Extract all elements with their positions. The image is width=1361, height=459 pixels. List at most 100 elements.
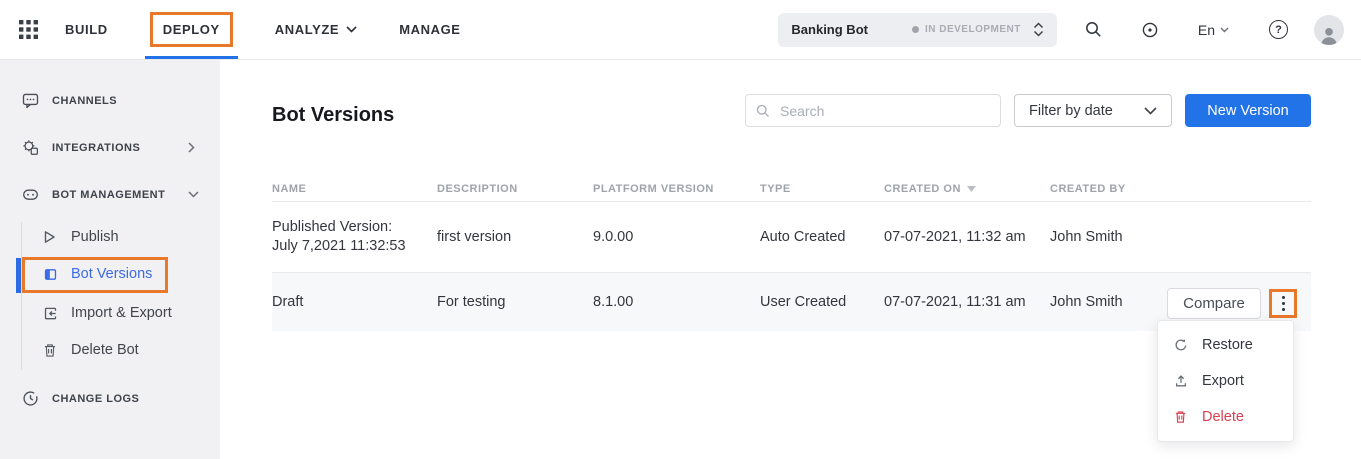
cell-name: Draft bbox=[272, 293, 304, 310]
help-glyph: ? bbox=[1275, 23, 1282, 36]
sidebar-item-bot-management[interactable]: BOT MANAGEMENT bbox=[22, 186, 199, 203]
cell-type: Auto Created bbox=[760, 228, 846, 245]
bot-name: Banking Bot bbox=[791, 22, 868, 37]
cell-platform-version: 8.1.00 bbox=[593, 293, 634, 310]
restore-icon bbox=[1174, 338, 1189, 352]
search-input[interactable] bbox=[778, 101, 990, 120]
column-header-name[interactable]: NAME bbox=[272, 183, 437, 195]
new-version-button[interactable]: New Version bbox=[1185, 94, 1311, 127]
menu-item-restore[interactable]: Restore bbox=[1158, 327, 1293, 363]
menu-item-label: Export bbox=[1202, 373, 1244, 389]
trash-icon bbox=[43, 343, 58, 358]
nav-manage-label: MANAGE bbox=[399, 22, 461, 37]
menu-item-export[interactable]: Export bbox=[1158, 363, 1293, 399]
sidebar-item-publish[interactable]: Publish bbox=[43, 229, 119, 245]
nav-manage[interactable]: MANAGE bbox=[399, 0, 460, 59]
column-header-description[interactable]: DESCRIPTION bbox=[437, 183, 593, 195]
chevron-updown-icon bbox=[1033, 21, 1044, 38]
nav-analyze-label: ANALYZE bbox=[274, 22, 340, 37]
export-icon bbox=[1174, 374, 1189, 388]
language-selector[interactable]: En bbox=[1198, 22, 1229, 38]
integrations-gear-icon bbox=[22, 139, 39, 156]
sidebar-item-label: CHANGE LOGS bbox=[52, 392, 140, 405]
bot-status-badge: IN DEVELOPMENT bbox=[911, 24, 1021, 35]
primary-nav: BUILD DEPLOY ANALYZE MANAGE bbox=[65, 0, 461, 59]
history-clock-icon bbox=[22, 390, 39, 407]
main-content: Bot Versions Filter by date New Version … bbox=[220, 59, 1361, 459]
cell-created-on: 07-07-2021, 11:32 am bbox=[884, 228, 1026, 245]
table-header-row: NAME DESCRIPTION PLATFORM VERSION TYPE C… bbox=[272, 176, 1311, 202]
sort-caret-icon bbox=[966, 185, 976, 192]
chevron-down-icon bbox=[1220, 27, 1229, 33]
column-header-created-by[interactable]: CREATED BY bbox=[1050, 183, 1311, 195]
active-item-indicator bbox=[16, 258, 21, 293]
sidebar-item-channels[interactable]: CHANNELS bbox=[22, 92, 198, 109]
status-dot-icon bbox=[911, 26, 919, 33]
active-tab-underline bbox=[144, 56, 238, 59]
chevron-right-icon bbox=[188, 142, 195, 153]
page-title: Bot Versions bbox=[272, 104, 395, 127]
versions-icon bbox=[43, 267, 58, 282]
chevron-down-icon bbox=[1144, 106, 1157, 115]
menu-item-label: Delete bbox=[1202, 409, 1244, 425]
chat-bubble-icon bbox=[22, 92, 39, 109]
sidebar-item-bot-versions[interactable]: Bot Versions bbox=[43, 266, 152, 282]
trash-icon bbox=[1174, 410, 1189, 424]
publish-play-icon bbox=[43, 230, 58, 244]
sidebar-item-integrations[interactable]: INTEGRATIONS bbox=[22, 139, 198, 156]
sidebar-item-label: BOT MANAGEMENT bbox=[52, 188, 166, 201]
menu-item-delete[interactable]: Delete bbox=[1158, 399, 1293, 435]
column-header-platform-version[interactable]: PLATFORM VERSION bbox=[593, 183, 760, 195]
app-root: BUILD DEPLOY ANALYZE MANAGE Banking Bot … bbox=[0, 0, 1361, 459]
table-row[interactable]: Draft For testing 8.1.00 User Created 07… bbox=[272, 273, 1311, 331]
compare-button[interactable]: Compare bbox=[1167, 288, 1261, 319]
table-row[interactable]: Published Version: July 7,2021 11:32:53 … bbox=[272, 202, 1311, 273]
topbar-left: BUILD DEPLOY ANALYZE MANAGE bbox=[0, 0, 461, 59]
nav-deploy-label: DEPLOY bbox=[162, 22, 220, 37]
sidebar-item-import-export[interactable]: Import & Export bbox=[43, 305, 172, 321]
bot-selector[interactable]: Banking Bot IN DEVELOPMENT bbox=[778, 12, 1057, 47]
sidebar-item-change-logs[interactable]: CHANGE LOGS bbox=[22, 390, 198, 407]
nav-deploy[interactable]: DEPLOY bbox=[144, 0, 238, 59]
column-header-created-on[interactable]: CREATED ON bbox=[884, 183, 1050, 195]
cell-platform-version: 9.0.00 bbox=[593, 228, 634, 245]
chevron-down-icon bbox=[346, 26, 357, 33]
sidebar-item-label: Bot Versions bbox=[71, 266, 153, 282]
target-icon[interactable] bbox=[1142, 22, 1158, 38]
row-actions-kebab-annotated[interactable] bbox=[1269, 289, 1297, 318]
language-label: En bbox=[1197, 21, 1215, 38]
import-export-icon bbox=[43, 306, 58, 321]
sidebar-item-label: INTEGRATIONS bbox=[52, 141, 141, 154]
row-actions-menu: Restore Export Delete bbox=[1157, 320, 1294, 442]
cell-name: Published Version: July 7,2021 11:32:53 bbox=[272, 219, 406, 254]
sidebar-item-label: Delete Bot bbox=[71, 342, 139, 358]
sidebar-item-delete-bot[interactable]: Delete Bot bbox=[43, 342, 139, 358]
nav-analyze[interactable]: ANALYZE bbox=[275, 0, 357, 59]
sidebar: CHANNELS INTEGRATIONS BOT MANAGEMENT Pub… bbox=[0, 59, 220, 459]
subnav-connector-line bbox=[21, 222, 22, 370]
nav-build[interactable]: BUILD bbox=[65, 0, 108, 59]
top-navigation-bar: BUILD DEPLOY ANALYZE MANAGE Banking Bot … bbox=[0, 0, 1361, 60]
search-icon bbox=[756, 104, 770, 118]
deploy-annotation-box: DEPLOY bbox=[149, 12, 233, 47]
help-icon[interactable]: ? bbox=[1269, 20, 1288, 39]
search-icon[interactable] bbox=[1085, 21, 1102, 38]
filter-label: Filter by date bbox=[1029, 102, 1113, 119]
cell-description: first version bbox=[437, 228, 512, 245]
column-header-type[interactable]: TYPE bbox=[760, 183, 884, 195]
bot-status-label: IN DEVELOPMENT bbox=[924, 24, 1021, 35]
sidebar-item-label: CHANNELS bbox=[52, 94, 118, 107]
kebab-icon bbox=[1281, 296, 1285, 311]
menu-item-label: Restore bbox=[1202, 337, 1253, 353]
chevron-down-icon bbox=[188, 191, 199, 198]
cell-created-by: John Smith bbox=[1050, 228, 1123, 245]
cell-description: For testing bbox=[437, 293, 506, 310]
sidebar-item-label: Import & Export bbox=[71, 305, 172, 321]
avatar[interactable] bbox=[1314, 14, 1344, 45]
cell-created-on: 07-07-2021, 11:31 am bbox=[884, 293, 1026, 310]
bot-icon bbox=[22, 186, 39, 203]
topbar-right: Banking Bot IN DEVELOPMENT En ? bbox=[778, 0, 1361, 59]
filter-by-date-dropdown[interactable]: Filter by date bbox=[1014, 94, 1172, 127]
apps-grid-icon[interactable] bbox=[18, 19, 39, 40]
avatar-icon bbox=[1321, 27, 1337, 45]
